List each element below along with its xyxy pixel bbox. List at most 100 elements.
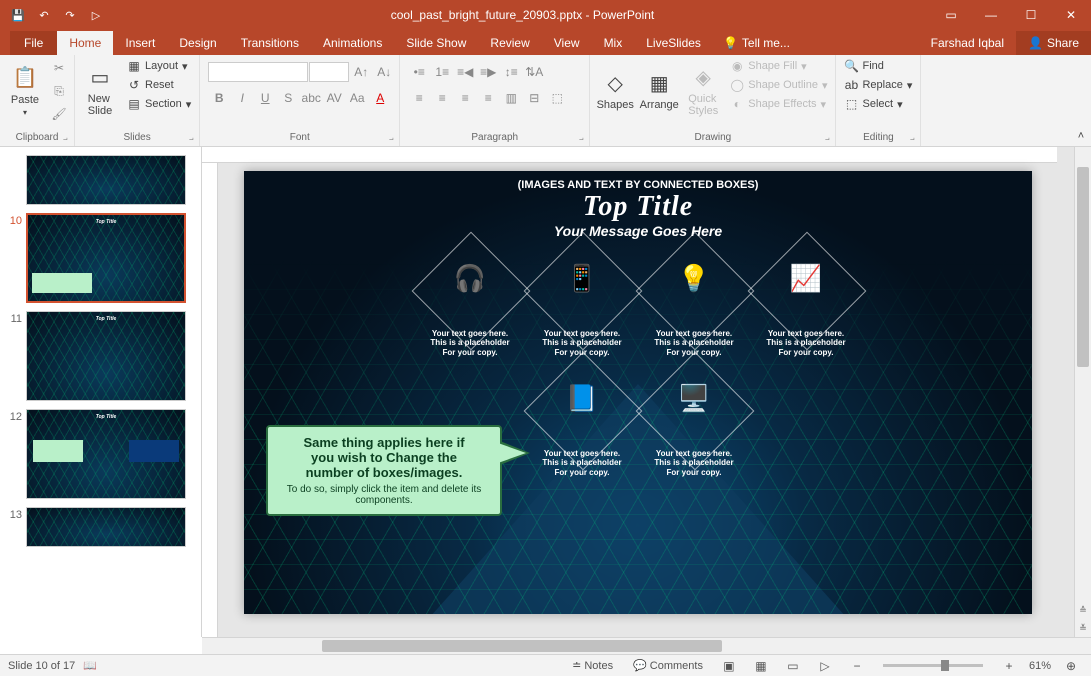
tell-me[interactable]: 💡Tell me... <box>713 31 800 55</box>
underline-button[interactable]: U <box>254 87 276 109</box>
zoom-out-button[interactable]: − <box>845 657 869 675</box>
fit-to-window-button[interactable]: ⊕ <box>1059 657 1083 675</box>
thumbnail-13[interactable]: 13 <box>0 503 201 551</box>
increase-indent-button[interactable]: ≡▶ <box>477 61 499 83</box>
tab-home[interactable]: Home <box>57 31 113 55</box>
align-text-button[interactable]: ⊟ <box>523 87 545 109</box>
diamond-box-1[interactable]: 🎧Your text goes here.This is a placehold… <box>415 235 525 345</box>
font-color-button[interactable]: A <box>369 87 391 109</box>
diamond-box-6[interactable]: 🖥️Your text goes here.This is a placehol… <box>639 355 749 465</box>
tab-insert[interactable]: Insert <box>113 31 167 55</box>
diamond-box-4[interactable]: 📈Your text goes here.This is a placehold… <box>751 235 861 345</box>
notes-button[interactable]: ≐ Notes <box>566 659 619 672</box>
zoom-in-button[interactable]: + <box>997 657 1021 675</box>
tab-review[interactable]: Review <box>478 31 541 55</box>
bullets-button[interactable]: •≡ <box>408 61 430 83</box>
paste-button[interactable]: 📋Paste▾ <box>4 57 46 123</box>
line-spacing-button[interactable]: ↕≡ <box>500 61 522 83</box>
ribbon-display-icon[interactable]: ▭ <box>931 0 971 30</box>
thumbnail-12[interactable]: 12 Top Title <box>0 405 201 503</box>
increase-font-button[interactable]: A↑ <box>350 61 372 83</box>
tab-design[interactable]: Design <box>167 31 228 55</box>
section-button[interactable]: ▤Section ▾ <box>123 95 195 113</box>
scrollbar-thumb[interactable] <box>1077 167 1089 367</box>
quick-styles-button[interactable]: ◈Quick Styles <box>682 57 724 123</box>
undo-icon[interactable]: ↶ <box>36 7 52 23</box>
close-icon[interactable]: ✕ <box>1051 0 1091 30</box>
tab-view[interactable]: View <box>542 31 592 55</box>
comments-button[interactable]: 💬 Comments <box>627 659 709 672</box>
tab-file[interactable]: File <box>10 31 57 55</box>
current-slide[interactable]: (IMAGES AND TEXT BY CONNECTED BOXES) Top… <box>244 171 1032 614</box>
cut-button[interactable]: ✂ <box>48 57 70 79</box>
shapes-button[interactable]: ◇Shapes <box>594 57 636 123</box>
zoom-slider[interactable] <box>883 664 983 667</box>
copy-button[interactable]: ⎘ <box>48 80 70 102</box>
decrease-font-button[interactable]: A↓ <box>373 61 395 83</box>
text-direction-button[interactable]: ⇅A <box>523 61 545 83</box>
decrease-indent-button[interactable]: ≡◀ <box>454 61 476 83</box>
normal-view-button[interactable]: ▣ <box>717 657 741 675</box>
horizontal-scrollbar[interactable] <box>202 637 1091 654</box>
spacing-button[interactable]: AV <box>323 87 345 109</box>
strikethrough-button[interactable]: S <box>277 87 299 109</box>
next-slide-button[interactable]: ≚ <box>1075 619 1091 637</box>
sorter-view-button[interactable]: ▦ <box>749 657 773 675</box>
align-center-button[interactable]: ≡ <box>431 87 453 109</box>
redo-icon[interactable]: ↷ <box>62 7 78 23</box>
start-from-beginning-icon[interactable]: ▷ <box>88 7 104 23</box>
layout-button[interactable]: ▦Layout ▾ <box>123 57 195 75</box>
thumbnail-9[interactable] <box>0 151 201 209</box>
diamond-box-2[interactable]: 📱Your text goes here.This is a placehold… <box>527 235 637 345</box>
diamond-box-5[interactable]: 📘Your text goes here.This is a placehold… <box>527 355 637 465</box>
numbering-button[interactable]: 1≡ <box>431 61 453 83</box>
format-painter-button[interactable]: 🖌 <box>48 103 70 125</box>
slide-counter[interactable]: Slide 10 of 17 <box>8 660 75 672</box>
new-slide-button[interactable]: ▭New Slide <box>79 57 121 123</box>
font-size-input[interactable] <box>309 62 349 82</box>
collapse-ribbon-button[interactable]: ˄ <box>1071 55 1091 146</box>
shape-effects-button[interactable]: ◐Shape Effects ▾ <box>726 95 831 113</box>
reading-view-button[interactable]: ▭ <box>781 657 805 675</box>
italic-button[interactable]: I <box>231 87 253 109</box>
font-family-input[interactable] <box>208 62 308 82</box>
thumbnail-panel[interactable]: 10 Top Title 11 Top Title 12 Top Title 1… <box>0 147 202 637</box>
minimize-icon[interactable]: — <box>971 0 1011 30</box>
tab-mix[interactable]: Mix <box>592 31 635 55</box>
maximize-icon[interactable]: ☐ <box>1011 0 1051 30</box>
bold-button[interactable]: B <box>208 87 230 109</box>
tab-slideshow[interactable]: Slide Show <box>394 31 478 55</box>
arrange-button[interactable]: ▦Arrange <box>638 57 680 123</box>
spellcheck-icon[interactable]: 📖 <box>83 659 97 672</box>
prev-slide-button[interactable]: ≙ <box>1075 601 1091 619</box>
diamond-box-3[interactable]: 💡Your text goes here.This is a placehold… <box>639 235 749 345</box>
shape-fill-button[interactable]: ◉Shape Fill ▾ <box>726 57 831 75</box>
callout-box[interactable]: Same thing applies here if you wish to C… <box>266 425 502 516</box>
select-button[interactable]: ⬚Select ▾ <box>840 95 916 113</box>
vertical-scrollbar[interactable]: ≙ ≚ <box>1074 147 1091 637</box>
columns-button[interactable]: ▥ <box>500 87 522 109</box>
shadow-button[interactable]: abc <box>300 87 322 109</box>
smartart-button[interactable]: ⬚ <box>546 87 568 109</box>
hscrollbar-thumb[interactable] <box>322 640 722 652</box>
thumbnail-11[interactable]: 11 Top Title <box>0 307 201 405</box>
align-right-button[interactable]: ≡ <box>454 87 476 109</box>
slide-edit-area[interactable]: (IMAGES AND TEXT BY CONNECTED BOXES) Top… <box>202 147 1074 637</box>
slideshow-view-button[interactable]: ▷ <box>813 657 837 675</box>
share-button[interactable]: 👤Share <box>1016 31 1091 55</box>
thumbnail-10[interactable]: 10 Top Title <box>0 209 201 307</box>
tab-animations[interactable]: Animations <box>311 31 394 55</box>
reset-button[interactable]: ↺Reset <box>123 76 195 94</box>
user-name[interactable]: Farshad Iqbal <box>919 31 1016 55</box>
find-button[interactable]: 🔍Find <box>840 57 916 75</box>
justify-button[interactable]: ≡ <box>477 87 499 109</box>
case-button[interactable]: Aa <box>346 87 368 109</box>
shape-outline-button[interactable]: ◯Shape Outline ▾ <box>726 76 831 94</box>
zoom-level[interactable]: 61% <box>1029 660 1051 672</box>
tab-transitions[interactable]: Transitions <box>229 31 311 55</box>
zoom-handle[interactable] <box>941 660 949 671</box>
save-icon[interactable]: 💾 <box>10 7 26 23</box>
align-left-button[interactable]: ≡ <box>408 87 430 109</box>
tab-liveslides[interactable]: LiveSlides <box>634 31 713 55</box>
replace-button[interactable]: abReplace ▾ <box>840 76 916 94</box>
